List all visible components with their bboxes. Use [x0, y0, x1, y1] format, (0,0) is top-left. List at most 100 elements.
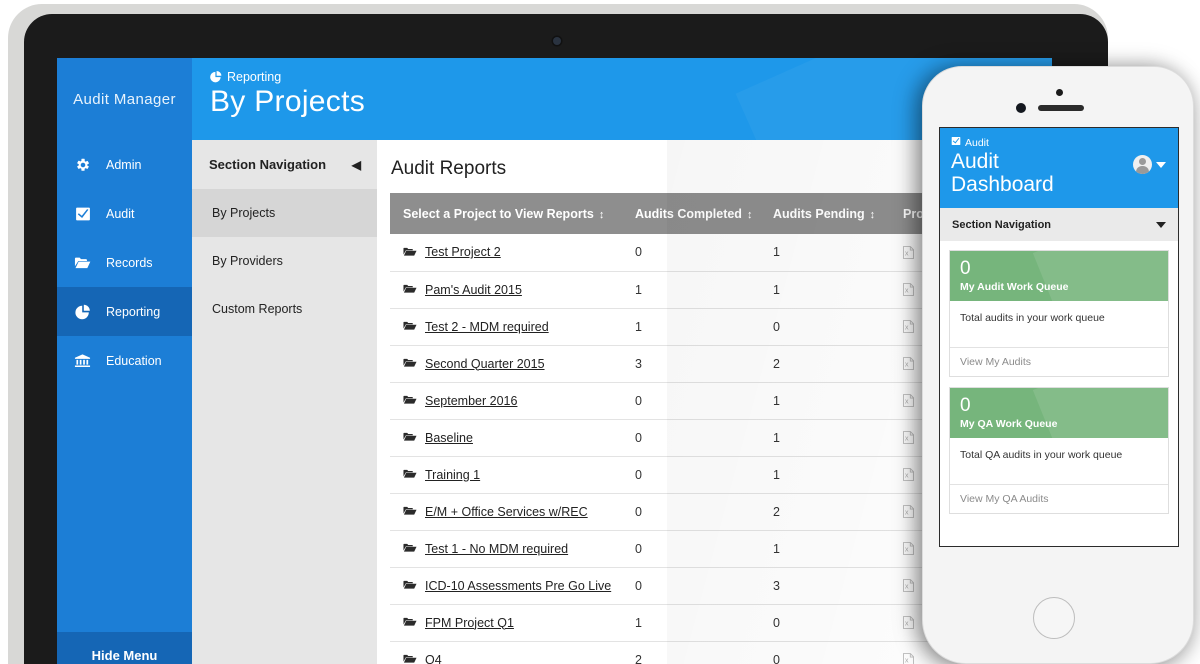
folder-icon — [403, 617, 417, 628]
cell-audits-completed: 0 — [622, 530, 760, 568]
project-link[interactable]: Pam's Audit 2015 — [425, 283, 522, 297]
caret-left-icon[interactable]: ◀ — [352, 159, 361, 171]
dashboard-card: 0 My Audit Work Queue Total audits in your… — [949, 250, 1169, 378]
section-item-custom-reports[interactable]: Custom Reports — [192, 285, 377, 333]
cell-audits-pending: 2 — [760, 493, 890, 531]
cell-project: Q4 — [390, 641, 622, 664]
bank-icon — [74, 353, 91, 369]
cell-project: Baseline — [390, 419, 622, 457]
cell-audits-completed: 1 — [622, 271, 760, 309]
project-link[interactable]: Training 1 — [425, 468, 480, 482]
column-header-audits-pending[interactable]: Audits Pending ↕ — [760, 193, 890, 234]
tablet-header: Audit Manager Reporting By Projects — [57, 58, 1052, 140]
cell-audits-pending: 0 — [760, 308, 890, 346]
sidebar-item-label: Admin — [106, 157, 142, 172]
cell-audits-completed: 0 — [622, 456, 760, 494]
sidebar-item-label: Records — [106, 255, 153, 270]
app-brand-title: Audit Manager — [57, 58, 192, 140]
svg-text:X: X — [905, 437, 909, 443]
cell-audits-completed: 0 — [622, 382, 760, 420]
svg-text:X: X — [905, 326, 909, 332]
section-item-by-providers[interactable]: By Providers — [192, 237, 377, 285]
svg-text:X: X — [905, 622, 909, 628]
phone-section-navigation[interactable]: Section Navigation — [940, 208, 1178, 242]
cell-audits-pending: 3 — [760, 567, 890, 605]
cell-audits-pending: 1 — [760, 419, 890, 457]
cell-project: Second Quarter 2015 — [390, 345, 622, 383]
tablet-screen: Audit Manager Reporting By Projects Admi… — [57, 58, 1052, 664]
section-navigation-panel: Section Navigation ◀ By Projects By Prov… — [192, 140, 377, 664]
project-link[interactable]: ICD-10 Assessments Pre Go Live — [425, 579, 611, 593]
folder-icon — [403, 395, 417, 406]
sidebar-item-reporting[interactable]: Reporting — [57, 287, 192, 336]
folder-icon — [403, 543, 417, 554]
svg-text:X: X — [905, 585, 909, 591]
svg-text:X: X — [905, 474, 909, 480]
sort-icon[interactable]: ↕ — [747, 209, 753, 221]
folder-icon — [403, 580, 417, 591]
sidebar-item-audit[interactable]: Audit — [57, 189, 192, 238]
dashboard-card-header: 0 My QA Work Queue — [950, 388, 1168, 439]
dashboard-card-action[interactable]: View My Audits — [950, 347, 1168, 376]
svg-text:X: X — [905, 363, 909, 369]
project-link[interactable]: Baseline — [425, 431, 473, 445]
dashboard-card-count: 0 — [960, 395, 971, 417]
cell-audits-completed: 0 — [622, 493, 760, 531]
cell-audits-pending: 1 — [760, 271, 890, 309]
folder-icon — [74, 255, 91, 271]
project-link[interactable]: Second Quarter 2015 — [425, 357, 545, 371]
cell-audits-completed: 1 — [622, 308, 760, 346]
project-link[interactable]: Test 1 - No MDM required — [425, 542, 568, 556]
section-item-by-projects[interactable]: By Projects — [192, 189, 377, 237]
check-square-icon — [951, 136, 961, 149]
sort-icon[interactable]: ↕ — [599, 209, 605, 221]
column-header-project[interactable]: Select a Project to View Reports ↕ — [390, 193, 622, 234]
column-label: Select a Project to View Reports — [403, 206, 594, 221]
project-link[interactable]: Test Project 2 — [425, 245, 501, 259]
gear-icon — [74, 157, 91, 173]
sidebar-item-records[interactable]: Records — [57, 238, 192, 287]
dashboard-card-description: Total audits in your work queue — [960, 312, 1105, 325]
sort-icon[interactable]: ↕ — [870, 209, 876, 221]
folder-icon — [403, 321, 417, 332]
svg-text:X: X — [905, 659, 909, 664]
sidebar-item-admin[interactable]: Admin — [57, 140, 192, 189]
cell-audits-pending: 1 — [760, 456, 890, 494]
phone-device-frame: Audit Audit Dashboard Section Navigation… — [922, 66, 1194, 664]
cell-project: Pam's Audit 2015 — [390, 271, 622, 309]
folder-icon — [403, 654, 417, 664]
cell-audits-pending: 1 — [760, 234, 890, 272]
project-link[interactable]: September 2016 — [425, 394, 517, 408]
svg-text:X: X — [905, 548, 909, 554]
folder-icon — [403, 506, 417, 517]
cell-project: ICD-10 Assessments Pre Go Live — [390, 567, 622, 605]
section-navigation-header: Section Navigation ◀ — [192, 140, 377, 189]
cell-audits-pending: 1 — [760, 382, 890, 420]
dashboard-card-action[interactable]: View My QA Audits — [950, 484, 1168, 513]
phone-header: Audit Audit Dashboard — [940, 128, 1178, 209]
section-item-label: By Providers — [212, 254, 283, 268]
check-square-icon — [74, 206, 91, 222]
cell-audits-completed: 1 — [622, 604, 760, 642]
project-link[interactable]: E/M + Office Services w/REC — [425, 505, 588, 519]
column-header-audits-completed[interactable]: Audits Completed ↕ — [622, 193, 760, 234]
main-navigation: Admin Audit Records Reporting Education … — [57, 140, 192, 664]
tablet-camera-icon — [553, 37, 561, 45]
dashboard-card-label: My QA Work Queue — [960, 418, 1058, 431]
project-link[interactable]: Q4 — [425, 653, 442, 664]
phone-home-button[interactable] — [1033, 597, 1075, 639]
cell-audits-completed: 0 — [622, 234, 760, 272]
user-account-menu[interactable] — [1133, 155, 1166, 174]
folder-icon — [403, 247, 417, 258]
column-label: Audits Pending — [773, 206, 865, 221]
cell-audits-completed: 0 — [622, 419, 760, 457]
hide-menu-button[interactable]: Hide Menu — [57, 632, 192, 664]
project-link[interactable]: Test 2 - MDM required — [425, 320, 549, 334]
avatar — [1133, 155, 1152, 174]
folder-icon — [403, 358, 417, 369]
column-label: Audits Completed — [635, 206, 742, 221]
phone-title-line-2: Dashboard — [951, 172, 1054, 196]
project-link[interactable]: FPM Project Q1 — [425, 616, 514, 630]
sidebar-item-education[interactable]: Education — [57, 336, 192, 385]
pie-chart-icon — [210, 71, 222, 83]
